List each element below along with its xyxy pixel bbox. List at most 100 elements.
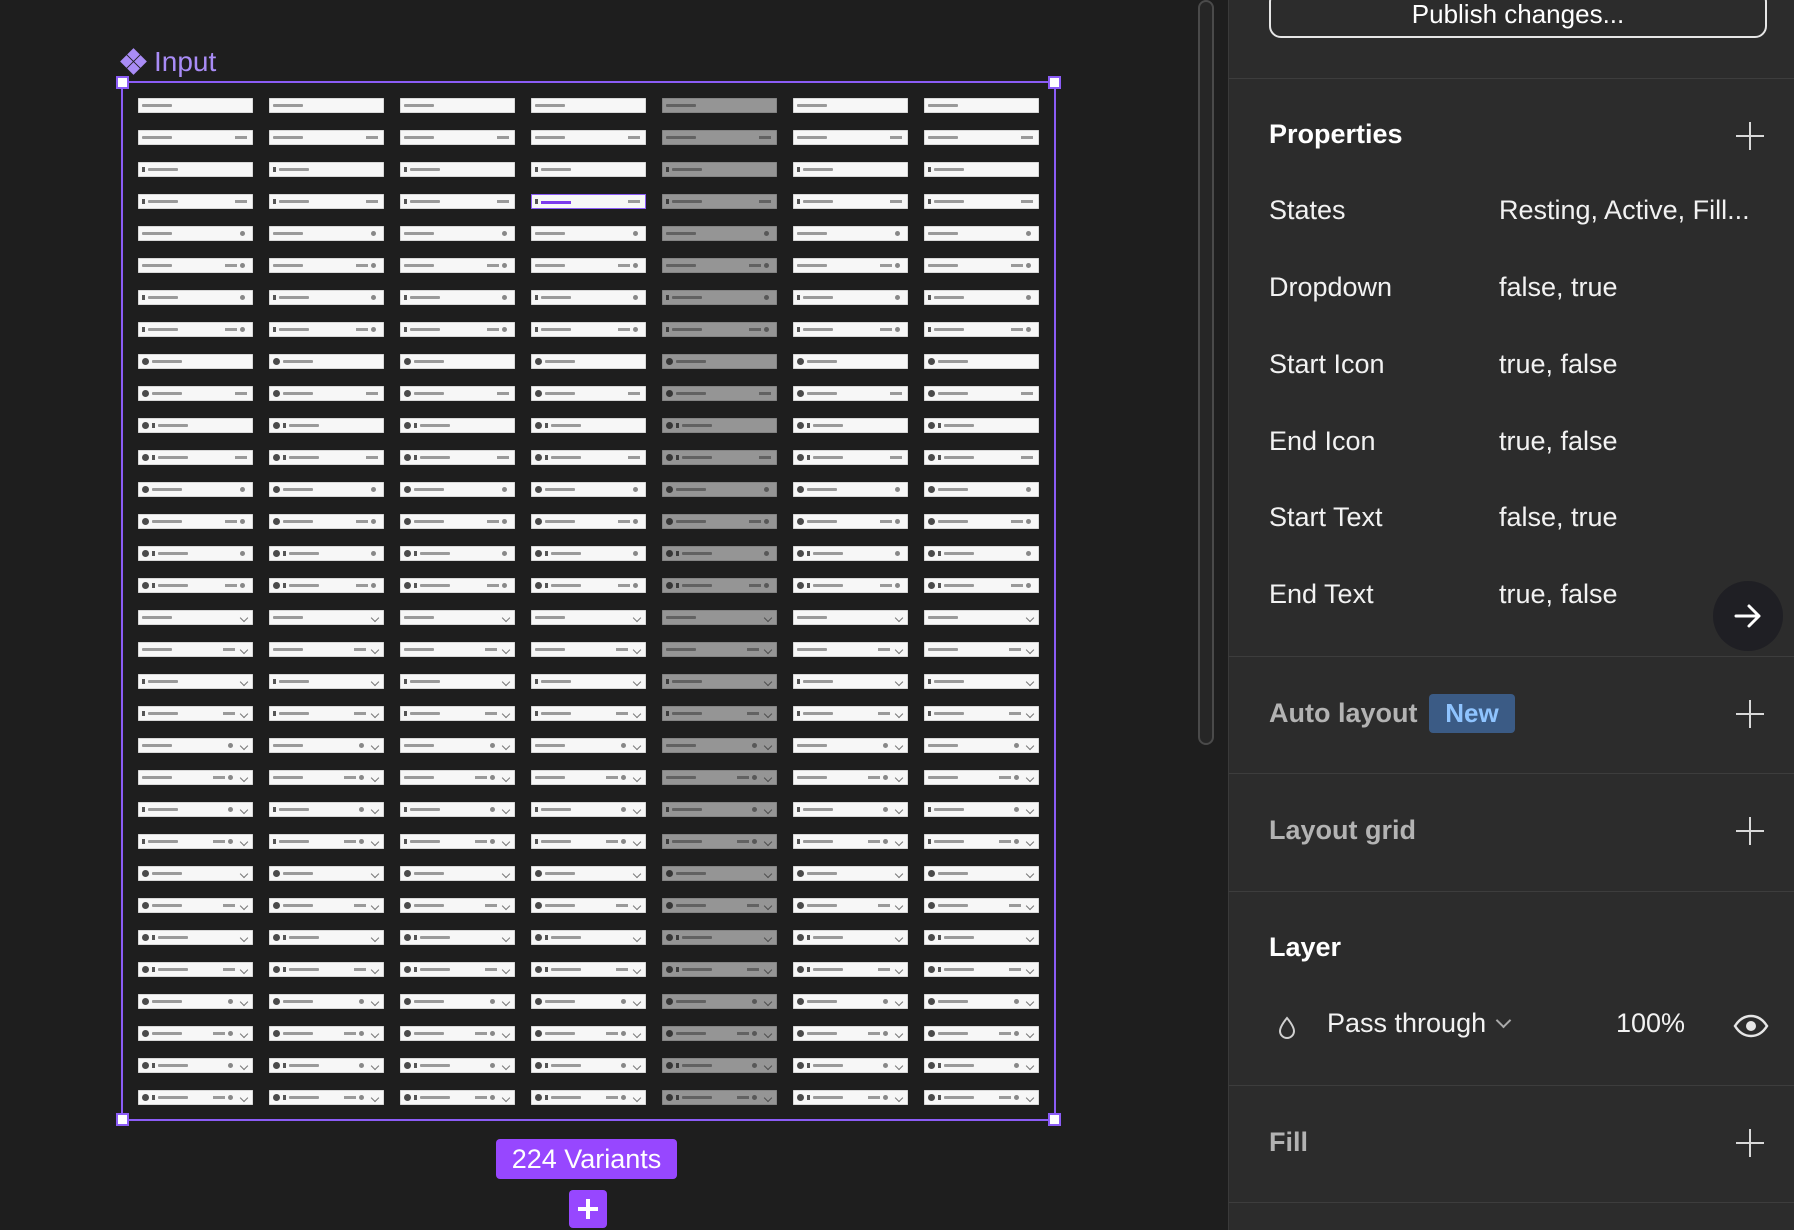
variant-input-thumbnail[interactable] [924,514,1039,529]
property-row[interactable]: End Text true, false [1269,579,1769,619]
variant-input-thumbnail[interactable] [269,802,384,817]
variant-input-thumbnail[interactable] [269,866,384,881]
variant-input-thumbnail[interactable] [400,642,515,657]
variant-input-thumbnail[interactable] [400,674,515,689]
variant-input-thumbnail[interactable] [662,418,777,433]
variant-input-thumbnail[interactable] [138,322,253,337]
variant-input-thumbnail[interactable] [531,610,646,625]
variant-input-thumbnail[interactable] [662,898,777,913]
variant-input-thumbnail[interactable] [400,386,515,401]
variant-input-thumbnail[interactable] [138,738,253,753]
add-layout-grid-button[interactable] [1736,817,1764,845]
variant-input-thumbnail[interactable] [138,866,253,881]
variant-input-thumbnail[interactable] [269,162,384,177]
variant-input-thumbnail[interactable] [400,514,515,529]
variant-input-thumbnail[interactable] [924,482,1039,497]
variant-input-thumbnail[interactable] [924,194,1039,209]
variant-input-thumbnail[interactable] [531,674,646,689]
variant-input-thumbnail[interactable] [662,226,777,241]
variant-input-thumbnail[interactable] [662,930,777,945]
variant-input-thumbnail[interactable] [138,1026,253,1041]
variant-input-thumbnail[interactable] [924,578,1039,593]
component-set-label[interactable]: Input [120,46,216,78]
variant-input-thumbnail[interactable] [662,354,777,369]
variant-input-thumbnail[interactable] [793,738,908,753]
variant-input-thumbnail[interactable] [400,418,515,433]
variant-input-thumbnail[interactable] [138,514,253,529]
variant-input-thumbnail[interactable] [793,674,908,689]
variant-input-thumbnail[interactable] [138,194,253,209]
variant-input-thumbnail[interactable] [400,354,515,369]
variant-input-thumbnail[interactable] [924,546,1039,561]
variant-input-thumbnail[interactable] [531,802,646,817]
variant-input-thumbnail[interactable] [531,130,646,145]
variant-input-thumbnail[interactable] [793,546,908,561]
variant-input-thumbnail[interactable] [531,258,646,273]
variant-input-thumbnail[interactable] [269,738,384,753]
resize-handle-bottom-left[interactable] [116,1113,129,1126]
variant-input-thumbnail[interactable] [531,578,646,593]
variant-input-thumbnail[interactable] [924,322,1039,337]
add-variant-button[interactable] [569,1190,607,1228]
variant-input-thumbnail[interactable] [400,738,515,753]
variant-input-thumbnail[interactable] [531,226,646,241]
variant-input-thumbnail[interactable] [662,866,777,881]
variant-input-thumbnail[interactable] [531,450,646,465]
variant-input-thumbnail[interactable] [138,834,253,849]
variant-input-thumbnail[interactable] [924,258,1039,273]
variant-input-thumbnail[interactable] [138,1058,253,1073]
variant-input-thumbnail[interactable] [531,962,646,977]
variant-input-thumbnail[interactable] [138,1090,253,1105]
variant-input-thumbnail[interactable] [138,98,253,113]
variant-input-thumbnail[interactable] [400,1090,515,1105]
variant-input-thumbnail[interactable] [793,642,908,657]
variant-input-thumbnail[interactable] [793,770,908,785]
variant-input-thumbnail[interactable] [138,994,253,1009]
variant-input-thumbnail[interactable] [793,226,908,241]
variant-input-thumbnail[interactable] [531,770,646,785]
variant-input-thumbnail[interactable] [138,770,253,785]
variant-input-thumbnail[interactable] [400,290,515,305]
variant-input-thumbnail[interactable] [531,866,646,881]
variant-input-thumbnail[interactable] [793,290,908,305]
variant-input-thumbnail[interactable] [269,194,384,209]
variant-input-thumbnail[interactable] [138,578,253,593]
variant-input-thumbnail[interactable] [269,98,384,113]
variant-input-thumbnail[interactable] [138,130,253,145]
variant-input-thumbnail[interactable] [662,258,777,273]
variant-input-thumbnail[interactable] [138,418,253,433]
publish-changes-button[interactable]: Publish changes... [1269,0,1767,38]
canvas-scrollbar[interactable] [1198,0,1214,745]
variant-input-thumbnail[interactable] [531,194,646,209]
variant-input-thumbnail[interactable] [531,322,646,337]
variant-input-thumbnail[interactable] [924,706,1039,721]
variant-input-thumbnail[interactable] [924,930,1039,945]
variant-input-thumbnail[interactable] [138,258,253,273]
variant-input-thumbnail[interactable] [400,546,515,561]
variant-input-thumbnail[interactable] [924,1026,1039,1041]
variant-input-thumbnail[interactable] [400,770,515,785]
variant-input-thumbnail[interactable] [662,1026,777,1041]
add-fill-button[interactable] [1736,1129,1764,1157]
variant-input-thumbnail[interactable] [924,162,1039,177]
variant-input-thumbnail[interactable] [269,642,384,657]
variant-input-thumbnail[interactable] [269,322,384,337]
variant-input-thumbnail[interactable] [662,706,777,721]
variant-input-thumbnail[interactable] [924,610,1039,625]
variant-input-thumbnail[interactable] [662,770,777,785]
variant-input-thumbnail[interactable] [793,994,908,1009]
variant-input-thumbnail[interactable] [662,578,777,593]
blend-mode-dropdown[interactable]: Pass through [1327,1008,1512,1039]
variant-input-thumbnail[interactable] [400,610,515,625]
add-property-button[interactable] [1736,122,1764,150]
variant-input-thumbnail[interactable] [793,930,908,945]
variant-input-thumbnail[interactable] [400,962,515,977]
variant-input-thumbnail[interactable] [531,418,646,433]
variant-input-thumbnail[interactable] [269,386,384,401]
variant-input-thumbnail[interactable] [531,1026,646,1041]
variant-input-thumbnail[interactable] [400,482,515,497]
variant-input-thumbnail[interactable] [269,450,384,465]
variant-input-thumbnail[interactable] [793,578,908,593]
variant-input-thumbnail[interactable] [662,1058,777,1073]
variant-input-thumbnail[interactable] [662,546,777,561]
